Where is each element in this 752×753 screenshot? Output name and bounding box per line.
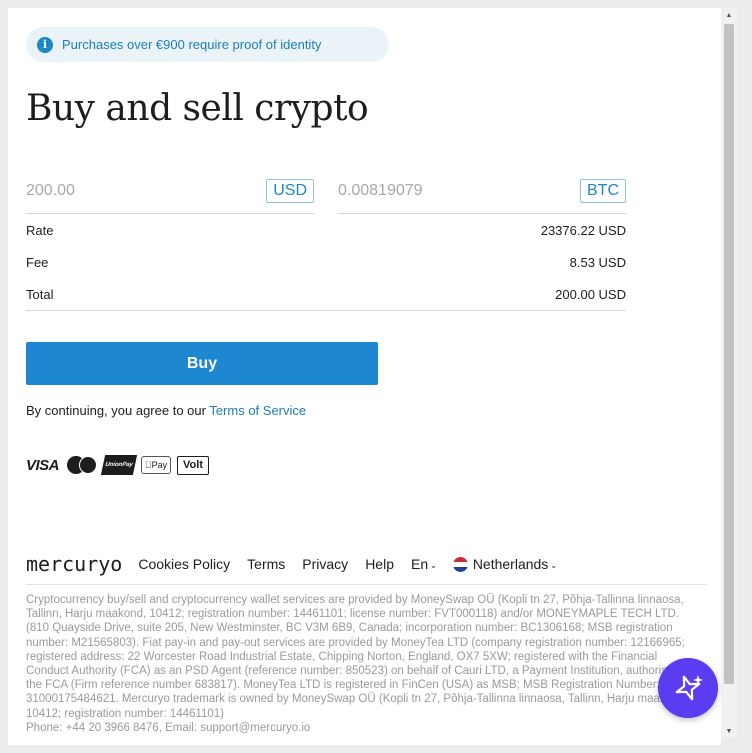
scroll-down-icon[interactable]: ▼ xyxy=(721,724,737,738)
apple-pay-logo: Pay xyxy=(141,456,172,474)
sparkle-icon xyxy=(675,675,703,701)
terms-agreement-text: By continuing, you agree to our xyxy=(26,403,210,418)
total-value: 200.00 USD xyxy=(555,287,626,302)
rate-row: Rate 23376.22 USD xyxy=(26,223,626,238)
scroll-up-icon[interactable]: ▲ xyxy=(721,8,737,22)
summary-divider xyxy=(26,310,626,311)
rate-label: Rate xyxy=(26,223,54,238)
language-value: En xyxy=(410,556,429,572)
chevron-down-icon: ⌄ xyxy=(550,561,558,570)
fiat-amount-field[interactable]: 200.00 USD xyxy=(26,178,314,214)
contact-info: Phone: +44 20 3966 8476, Email: support@… xyxy=(26,721,311,734)
fee-label: Fee xyxy=(26,255,49,270)
total-label: Total xyxy=(26,287,54,302)
help-link[interactable]: Help xyxy=(365,556,394,572)
page-title: Buy and sell crypto xyxy=(26,88,369,129)
mastercard-logo xyxy=(67,456,98,474)
terms-of-service-link[interactable]: Terms of Service xyxy=(209,403,306,418)
ai-assistant-button[interactable] xyxy=(658,658,718,718)
fiat-amount-input[interactable]: 200.00 xyxy=(26,182,75,200)
legal-text: Cryptocurrency buy/sell and cryptocurren… xyxy=(26,594,696,720)
country-select[interactable]: Netherlands ⌄ xyxy=(452,556,558,572)
vertical-scrollbar[interactable]: ▲ ▼ xyxy=(721,8,737,738)
netherlands-flag-icon xyxy=(452,556,468,572)
language-select[interactable]: En ⌄ xyxy=(411,556,437,572)
fee-row: Fee 8.53 USD xyxy=(26,255,626,270)
unionpay-logo: UnionPay xyxy=(100,455,138,475)
info-icon: i xyxy=(37,36,53,53)
cookies-policy-link[interactable]: Cookies Policy xyxy=(138,556,230,572)
widget-page: i Purchases over €900 require proof of i… xyxy=(8,8,721,745)
fiat-currency-select[interactable]: USD xyxy=(266,179,314,203)
legal-disclaimer: Cryptocurrency buy/sell and cryptocurren… xyxy=(26,593,696,735)
scrollbar-thumb[interactable] xyxy=(724,24,734,684)
payment-methods: VISA UnionPay Pay Volt xyxy=(26,455,210,475)
visa-logo: VISA xyxy=(26,456,60,474)
identity-notice-text: Purchases over €900 require proof of ide… xyxy=(62,37,322,52)
total-row: Total 200.00 USD xyxy=(26,287,626,302)
privacy-link[interactable]: Privacy xyxy=(302,556,348,572)
terms-agreement: By continuing, you agree to our Terms of… xyxy=(26,403,306,418)
footer-divider xyxy=(26,584,707,585)
identity-notice-banner: i Purchases over €900 require proof of i… xyxy=(26,27,389,62)
mercuryo-logo[interactable]: mercuryo xyxy=(26,552,122,576)
footer-nav: mercuryo Cookies Policy Terms Privacy He… xyxy=(26,552,557,576)
crypto-currency-select[interactable]: BTC xyxy=(580,179,626,203)
rate-value: 23376.22 USD xyxy=(540,223,626,238)
terms-link[interactable]: Terms xyxy=(247,556,285,572)
crypto-amount-field[interactable]: 0.00819079 BTC xyxy=(338,178,626,214)
buy-button[interactable]: Buy xyxy=(26,342,378,385)
crypto-amount-input[interactable]: 0.00819079 xyxy=(338,182,423,200)
country-value: Netherlands xyxy=(472,556,549,572)
fee-value: 8.53 USD xyxy=(569,255,626,270)
chevron-down-icon: ⌄ xyxy=(430,561,437,570)
volt-logo: Volt xyxy=(177,455,210,475)
